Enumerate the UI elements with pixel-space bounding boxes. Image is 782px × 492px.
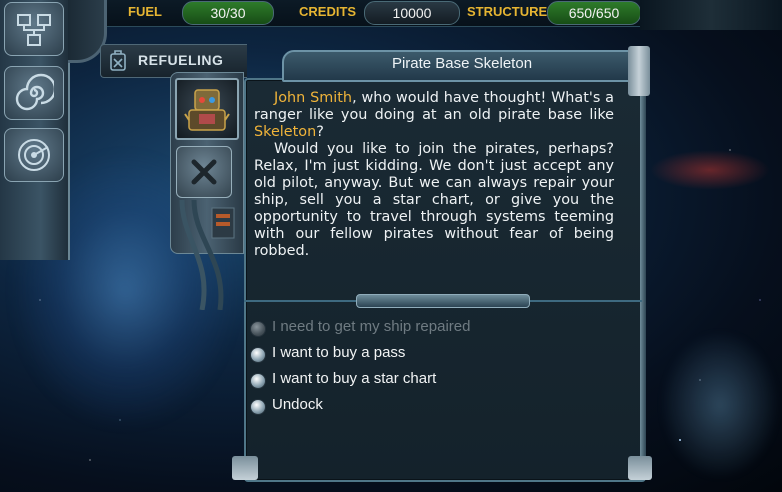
fuel-value: 30/30 <box>182 1 274 25</box>
choice-buy-pass[interactable]: I want to buy a pass <box>250 344 630 370</box>
top-right-decoration <box>640 0 782 30</box>
sidebar-button-radar[interactable] <box>4 128 64 182</box>
choice-bullet-icon <box>250 347 266 363</box>
sidebar-button-spiral[interactable] <box>4 66 64 120</box>
fuel-canister-icon <box>110 50 126 71</box>
close-icon <box>191 159 217 185</box>
dialogue-paragraph-1: John Smith, who would have thought! What… <box>254 90 614 140</box>
choice-repair-ship[interactable]: I need to get my ship repaired <box>250 318 630 344</box>
network-icon <box>17 14 51 46</box>
sidebar-button-network[interactable] <box>4 2 64 56</box>
choice-bullet-icon <box>250 399 266 415</box>
credits-label: CREDITS <box>299 4 357 19</box>
panel-corner-top-right <box>628 46 650 96</box>
dialog-title: Pirate Base Skeleton <box>391 55 533 72</box>
credits-value: 10000 <box>364 1 460 25</box>
dialogue-paragraph-2: Would you like to join the pirates, perh… <box>254 141 614 259</box>
radar-icon <box>18 139 50 171</box>
spiral-icon <box>15 73 54 111</box>
cable-decoration <box>179 200 235 310</box>
panel-corner-bottom-right <box>628 456 652 480</box>
choice-bullet-icon <box>250 321 266 337</box>
divider-handle[interactable] <box>356 294 530 308</box>
choice-undock[interactable]: Undock <box>250 396 630 422</box>
section-label: REFUELING <box>138 52 224 68</box>
dialogue-text: John Smith, who would have thought! What… <box>254 90 614 260</box>
fuel-label: FUEL <box>128 4 162 19</box>
panel-divider <box>244 294 642 308</box>
base-name: Skeleton <box>254 124 317 140</box>
choice-bullet-icon <box>250 373 266 389</box>
pirate-robot-icon <box>184 89 230 131</box>
speaker-name: John Smith <box>274 90 353 106</box>
panel-corner-bottom-left <box>232 456 258 480</box>
red-nebula-streak <box>650 150 770 190</box>
pirate-portrait <box>175 78 239 140</box>
choice-list: I need to get my ship repaired I want to… <box>250 318 630 422</box>
structure-label: STRUCTURE <box>467 4 548 19</box>
structure-value: 650/650 <box>547 1 641 25</box>
panel-right-frame <box>640 80 646 460</box>
close-button[interactable] <box>176 146 232 198</box>
nebula-background-right <box>660 330 780 480</box>
choice-buy-star-chart[interactable]: I want to buy a star chart <box>250 370 630 396</box>
